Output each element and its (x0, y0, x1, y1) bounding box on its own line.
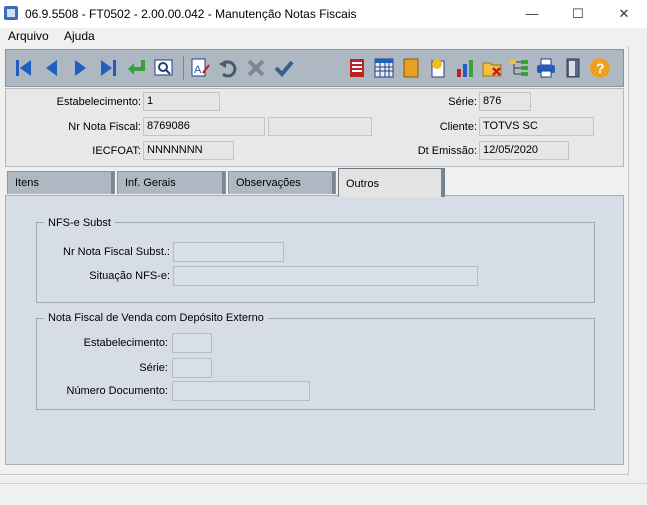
next-record-icon (75, 60, 86, 76)
nr-nota-fiscal-field[interactable]: 8769086 (143, 117, 265, 136)
list-button[interactable] (345, 56, 369, 80)
venda-estab-input[interactable] (172, 333, 212, 353)
nr-nf-subst-input[interactable] (173, 242, 284, 262)
nfse-subst-title: NFS-e Subst (44, 217, 115, 229)
last-record-icon (101, 60, 116, 76)
enter-arrow-icon (128, 60, 145, 75)
svg-text:?: ? (596, 60, 605, 76)
toolbar: A ? (5, 49, 624, 87)
close-button[interactable]: ✕ (601, 0, 647, 28)
serie-field[interactable]: 876 (479, 92, 531, 111)
nr-nf-subst-label: Nr Nota Fiscal Subst.: (63, 246, 170, 258)
situacao-nfse-label: Situação NFS-e: (89, 270, 170, 282)
venda-serie-label: Série: (139, 362, 168, 374)
nr-nota-fiscal-extra-field[interactable] (268, 117, 372, 136)
bar-chart-icon (457, 60, 473, 77)
menu-bar: Arquivo Ajuda (0, 28, 647, 46)
first-record-button[interactable] (12, 56, 36, 80)
menu-arquivo[interactable]: Arquivo (8, 29, 49, 43)
document-list-icon (350, 59, 364, 77)
menu-ajuda[interactable]: Ajuda (64, 29, 95, 43)
nf-venda-title: Nota Fiscal de Venda com Depósito Extern… (44, 312, 268, 324)
cancel-button[interactable] (244, 56, 268, 80)
printer-icon (537, 58, 555, 78)
tab-outros[interactable]: Outros (338, 168, 445, 197)
book-icon (403, 58, 419, 78)
tree-structure-icon (510, 60, 528, 76)
situacao-nfse-input[interactable] (173, 266, 478, 286)
svg-text:A: A (194, 64, 202, 76)
print-button[interactable] (534, 56, 558, 80)
checkmark-icon (274, 60, 294, 77)
iecfoat-label: IECFOAT: (92, 145, 141, 157)
x-icon (247, 59, 265, 77)
cliente-field[interactable]: TOTVS SC (479, 117, 594, 136)
door-exit-icon (566, 58, 580, 78)
dt-emissao-field[interactable]: 12/05/2020 (479, 141, 569, 160)
nfse-subst-group (36, 222, 595, 303)
previous-record-button[interactable] (40, 56, 64, 80)
minimize-button[interactable]: — (509, 0, 555, 28)
magnifier-icon (154, 59, 173, 76)
venda-serie-input[interactable] (172, 358, 212, 378)
undo-button[interactable] (216, 56, 240, 80)
previous-record-icon (46, 60, 57, 76)
report-button[interactable] (453, 56, 477, 80)
iecfoat-field[interactable]: NNNNNNN (143, 141, 234, 160)
calendar-grid-icon (374, 58, 394, 78)
tree-button[interactable] (507, 56, 531, 80)
serie-label: Série: (448, 96, 477, 108)
first-record-icon (16, 60, 31, 76)
import-button[interactable] (426, 56, 450, 80)
estabelecimento-label: Estabelecimento: (56, 96, 141, 108)
folder-delete-icon (482, 62, 502, 77)
maximize-button[interactable]: ☐ (555, 0, 601, 28)
tab-observacoes[interactable]: Observações (228, 171, 336, 194)
venda-estab-label: Estabelecimento: (83, 337, 168, 349)
help-button[interactable]: ? (588, 56, 612, 80)
dt-emissao-label: Dt Emissão: (417, 145, 477, 157)
document-star-icon (431, 59, 445, 78)
cliente-label: Cliente: (439, 121, 477, 133)
last-record-button[interactable] (96, 56, 120, 80)
edit-document-icon: A (191, 58, 210, 77)
search-button[interactable] (152, 56, 176, 80)
exit-button[interactable] (561, 56, 585, 80)
numero-documento-input[interactable] (172, 381, 310, 401)
numero-documento-label: Número Documento: (66, 385, 169, 397)
edit-button[interactable]: A (188, 56, 212, 80)
window-title: 06.9.5508 - FT0502 - 2.00.00.042 - Manut… (25, 7, 357, 21)
app-icon (4, 6, 18, 20)
estabelecimento-field[interactable]: 1 (143, 92, 220, 111)
status-bar (0, 483, 647, 505)
calendar-button[interactable] (372, 56, 396, 80)
toolbar-separator (183, 56, 184, 80)
undo-icon (219, 60, 237, 78)
goto-button[interactable] (124, 56, 148, 80)
delete-filter-button[interactable] (480, 56, 504, 80)
book-button[interactable] (399, 56, 423, 80)
tab-inf-gerais[interactable]: Inf. Gerais (117, 171, 226, 194)
next-record-button[interactable] (68, 56, 92, 80)
title-bar: 06.9.5508 - FT0502 - 2.00.00.042 - Manut… (0, 0, 647, 28)
question-mark-icon: ? (590, 58, 610, 78)
nr-nota-fiscal-label: Nr Nota Fiscal: (68, 121, 141, 133)
tab-itens[interactable]: Itens (7, 171, 115, 194)
confirm-button[interactable] (272, 56, 296, 80)
